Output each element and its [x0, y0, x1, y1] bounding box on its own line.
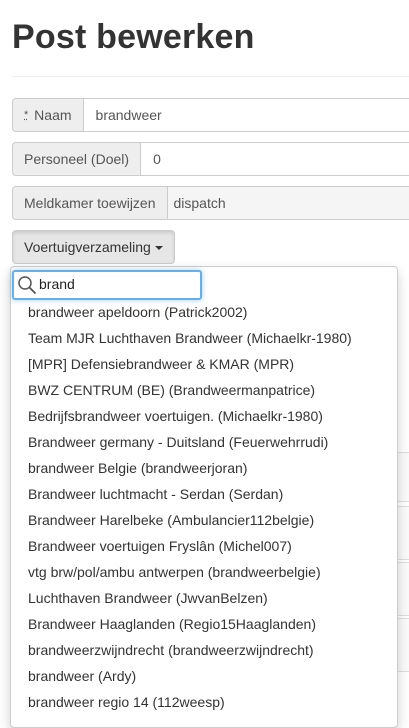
caret-down-icon	[155, 246, 163, 250]
dropdown-option[interactable]: brandweer regio 14 (112weesp)	[11, 689, 397, 715]
dropdown-search-input[interactable]	[39, 274, 194, 294]
dropdown-option[interactable]: Team MJR Luchthaven Brandweer (Michaelkr…	[11, 325, 397, 351]
dropdown-option[interactable]: [MPR] Defensiebrandweer & KMAR (MPR)	[11, 351, 397, 377]
dropdown-option[interactable]: Luchthaven Brandweer (JwvanBelzen)	[11, 585, 397, 611]
dropdown-option[interactable]: Brandweer voertuigen Fryslân (Michel007)	[11, 533, 397, 559]
dropdown-search-box[interactable]	[12, 270, 202, 300]
dropdown-option[interactable]: Brandweer luchtmacht - Serdan (Serdan)	[11, 481, 397, 507]
naam-input[interactable]: brandweer	[83, 98, 409, 132]
meldkamer-select[interactable]: dispatch	[167, 186, 409, 220]
dropdown-option[interactable]: vtg brw/pol/ambu antwerpen (brandweerbel…	[11, 559, 397, 585]
personeel-input[interactable]: 0	[140, 142, 409, 176]
naam-label-text: Naam	[34, 107, 71, 123]
dropdown-option[interactable]: Brandweer germany - Duitsland (Feuerwehr…	[11, 429, 397, 455]
meldkamer-label: Meldkamer toewijzen	[12, 186, 167, 220]
dropdown-option[interactable]: brandweer Belgie (brandweerjoran)	[11, 455, 397, 481]
voertuigverzameling-label: Voertuigverzameling	[24, 239, 151, 255]
required-marker: *	[24, 109, 28, 121]
meldkamer-group: Meldkamer toewijzen dispatch	[12, 186, 409, 220]
naam-label: * Naam	[12, 98, 83, 132]
search-icon	[17, 275, 37, 295]
dropdown-option[interactable]: brandweer (Ardy)	[11, 663, 397, 689]
personeel-label: Personeel (Doel)	[12, 142, 140, 176]
dropdown-option[interactable]: Brandweer Haaglanden (Regio15Haaglanden)	[11, 611, 397, 637]
dropdown-option-list: brandweer apeldoorn (Patrick2002)Team MJ…	[11, 299, 397, 715]
dropdown-option[interactable]: brandweer apeldoorn (Patrick2002)	[11, 299, 397, 325]
dropdown-option[interactable]: Bedrijfsbrandweer voertuigen. (Michaelkr…	[11, 403, 397, 429]
personeel-group: Personeel (Doel) 0	[12, 142, 409, 176]
dropdown-option[interactable]: BWZ CENTRUM (BE) (Brandweermanpatrice)	[11, 377, 397, 403]
title-divider	[12, 76, 409, 77]
voertuigverzameling-dropdown-button[interactable]: Voertuigverzameling	[12, 230, 175, 264]
naam-group: * Naam brandweer	[12, 98, 409, 132]
vehicle-collection-dropdown: brandweer apeldoorn (Patrick2002)Team MJ…	[10, 266, 398, 728]
dropdown-option[interactable]: Brandweer Harelbeke (Ambulancier112belgi…	[11, 507, 397, 533]
page-title: Post bewerken	[12, 18, 255, 57]
dropdown-option[interactable]: brandweerzwijndrecht (brandweerzwijndrec…	[11, 637, 397, 663]
